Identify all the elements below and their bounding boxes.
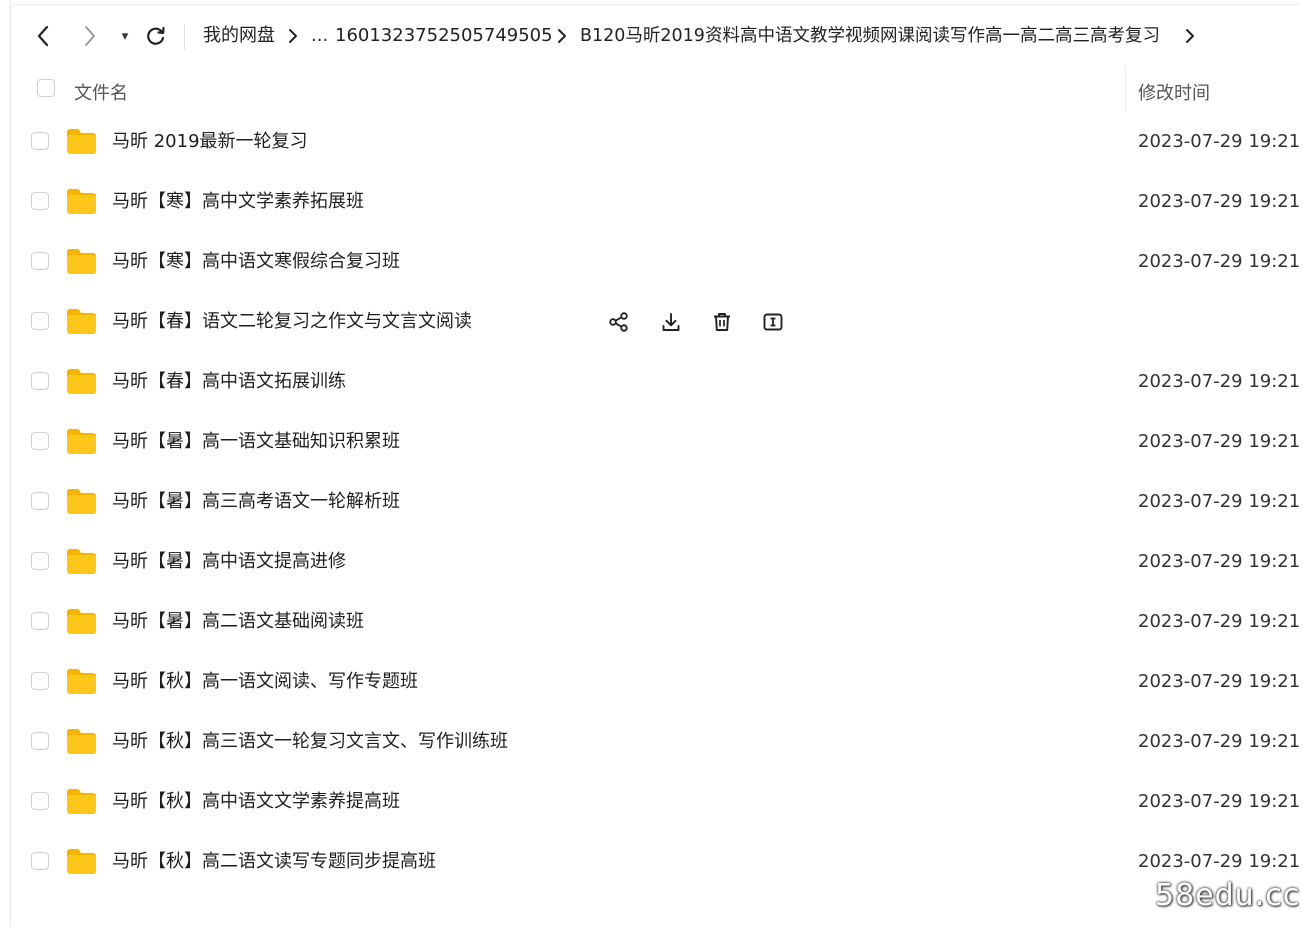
delete-icon [714,313,730,331]
modified-time: 2023-07-29 19:21 [1138,431,1301,452]
row-hover-actions [606,309,796,335]
file-name[interactable]: 马昕【秋】高中语文文学素养提高班 [112,790,400,814]
modified-time: 2023-07-29 19:21 [1138,551,1301,572]
modified-time: 2023-07-29 19:21 [1138,671,1301,692]
row-checkbox[interactable] [31,132,49,150]
share-button[interactable] [606,309,632,335]
breadcrumb-separator-icon [558,29,566,43]
chevron-left-icon [37,25,49,47]
file-row[interactable]: 马昕 2019最新一轮复习 2023-07-29 19:21 [0,112,1302,172]
folder-icon [67,489,96,514]
file-list-header: 文件名 修改时间 [0,66,1302,112]
file-name[interactable]: 马昕【暑】高二语文基础阅读班 [112,610,364,634]
column-divider[interactable] [1125,66,1126,112]
file-row[interactable]: 马昕【暑】高中语文提高进修 2023-07-29 19:21 [0,532,1302,592]
folder-icon [67,669,96,694]
row-checkbox[interactable] [31,312,49,330]
breadcrumb-current-folder[interactable]: B120马昕2019资料高中语文教学视频网课阅读写作高一高二高三高考复习 [580,24,1160,48]
breadcrumb-ellipsis[interactable]: ... [311,24,328,48]
file-row[interactable]: 马昕【秋】高三语文一轮复习文言文、写作训练班 2023-07-29 19:21 [0,712,1302,772]
row-checkbox[interactable] [31,252,49,270]
modified-time: 2023-07-29 19:21 [1138,251,1301,272]
row-checkbox[interactable] [31,732,49,750]
folder-icon [67,249,96,274]
row-checkbox[interactable] [31,372,49,390]
folder-icon [67,849,96,874]
panel-top-border [10,4,1302,5]
folder-icon [67,609,96,634]
file-name[interactable]: 马昕【秋】高二语文读写专题同步提高班 [112,850,436,874]
file-row[interactable]: 马昕【春】高中语文拓展训练 2023-07-29 19:21 [0,352,1302,412]
modified-time: 2023-07-29 19:21 [1138,191,1301,212]
file-name[interactable]: 马昕【寒】高中语文寒假综合复习班 [112,250,400,274]
file-row[interactable]: 马昕【秋】高中语文文学素养提高班 2023-07-29 19:21 [0,772,1302,832]
file-row[interactable]: 马昕【寒】高中语文寒假综合复习班 2023-07-29 19:21 [0,232,1302,292]
share-icon [609,312,628,332]
file-name[interactable]: 马昕【春】语文二轮复习之作文与文言文阅读 [112,310,472,334]
file-name[interactable]: 马昕【暑】高三高考语文一轮解析班 [112,490,400,514]
row-checkbox[interactable] [31,492,49,510]
row-checkbox[interactable] [31,852,49,870]
row-checkbox[interactable] [31,192,49,210]
toolbar: ▾ 我的网盘 ... 1601323752505749505 B120马昕201… [0,14,1302,58]
row-checkbox[interactable] [31,612,49,630]
breadcrumb-folder-id[interactable]: 1601323752505749505 [335,24,553,48]
folder-icon [67,789,96,814]
modified-time: 2023-07-29 19:21 [1138,611,1301,632]
file-row[interactable]: 马昕【寒】高中文学素养拓展班 2023-07-29 19:21 [0,172,1302,232]
breadcrumb-separator-icon [289,29,297,43]
file-name[interactable]: 马昕【暑】高一语文基础知识积累班 [112,430,400,454]
rename-icon [763,313,783,331]
download-icon [662,313,680,331]
row-checkbox[interactable] [31,432,49,450]
folder-icon [67,189,96,214]
folder-icon [67,729,96,754]
file-row[interactable]: 马昕【秋】高一语文阅读、写作专题班 2023-07-29 19:21 [0,652,1302,712]
file-name[interactable]: 马昕【暑】高中语文提高进修 [112,550,346,574]
folder-icon [67,549,96,574]
folder-icon [67,429,96,454]
file-name[interactable]: 马昕【秋】高一语文阅读、写作专题班 [112,670,418,694]
download-button[interactable] [658,309,684,335]
breadcrumb-separator-icon [1186,29,1194,43]
select-all-checkbox[interactable] [37,79,55,97]
delete-button[interactable] [709,309,735,335]
file-row[interactable]: 马昕【暑】高三高考语文一轮解析班 2023-07-29 19:21 [0,472,1302,532]
history-dropdown-button[interactable]: ▾ [113,24,137,48]
modified-time: 2023-07-29 19:21 [1138,851,1301,872]
row-checkbox[interactable] [31,672,49,690]
column-header-modified-time[interactable]: 修改时间 [1138,79,1210,105]
folder-icon [67,369,96,394]
file-name[interactable]: 马昕【寒】高中文学素养拓展班 [112,190,364,214]
file-row[interactable]: 马昕【秋】高二语文读写专题同步提高班 2023-07-29 19:21 [0,832,1302,892]
file-name[interactable]: 马昕【秋】高三语文一轮复习文言文、写作训练班 [112,730,508,754]
file-row[interactable]: 马昕【春】语文二轮复习之作文与文言文阅读 [0,292,1302,352]
breadcrumb-root[interactable]: 我的网盘 [203,24,275,48]
column-header-name[interactable]: 文件名 [74,79,128,105]
refresh-icon [147,26,165,45]
caret-down-icon: ▾ [121,28,129,44]
folder-icon [67,309,96,334]
modified-time: 2023-07-29 19:21 [1138,791,1301,812]
forward-button[interactable] [78,24,102,48]
refresh-button[interactable] [144,24,168,48]
watermark: 58edu.cc [1155,878,1301,913]
folder-icon [67,129,96,154]
row-checkbox[interactable] [31,552,49,570]
modified-time: 2023-07-29 19:21 [1138,731,1301,752]
file-row[interactable]: 马昕【暑】高一语文基础知识积累班 2023-07-29 19:21 [0,412,1302,472]
modified-time: 2023-07-29 19:21 [1138,371,1301,392]
toolbar-divider [184,24,185,50]
file-name[interactable]: 马昕【春】高中语文拓展训练 [112,370,346,394]
file-name[interactable]: 马昕 2019最新一轮复习 [112,130,308,154]
back-button[interactable] [31,24,55,48]
modified-time: 2023-07-29 19:21 [1138,131,1301,152]
file-row[interactable]: 马昕【暑】高二语文基础阅读班 2023-07-29 19:21 [0,592,1302,652]
modified-time: 2023-07-29 19:21 [1138,491,1301,512]
row-checkbox[interactable] [31,792,49,810]
rename-button[interactable] [760,309,786,335]
chevron-right-icon [85,26,95,46]
